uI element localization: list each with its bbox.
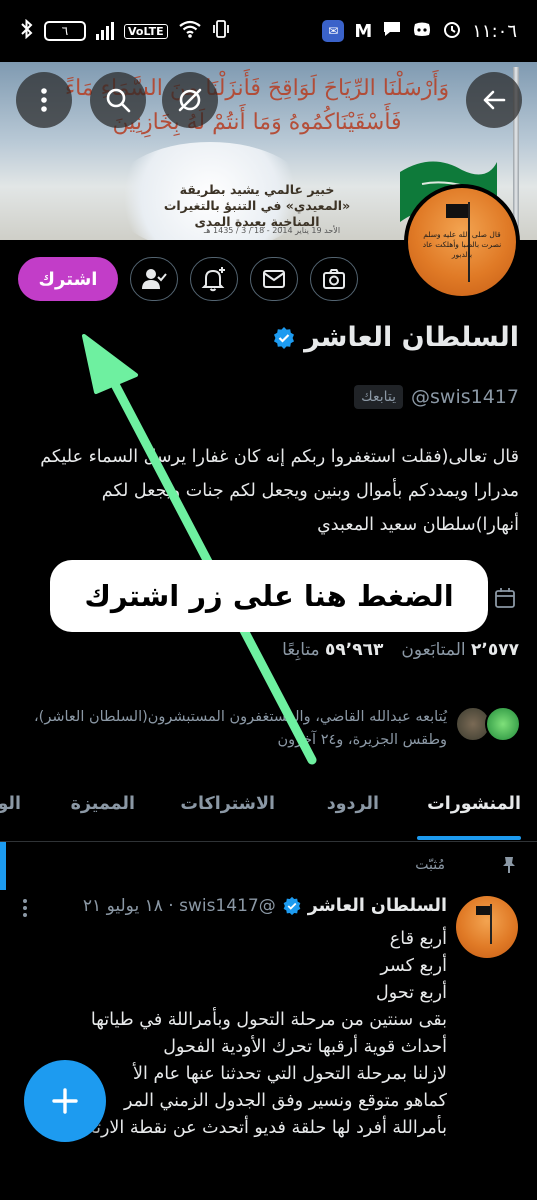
follower-avatar [485, 706, 521, 742]
tweet-avatar-pole-image [490, 904, 492, 944]
volte-badge: VoLTE [124, 23, 168, 39]
more-vertical-icon [41, 88, 47, 112]
profile-bio: قال تعالى(فقلت استغفروا ربكم إنه كان غفا… [40, 447, 519, 535]
banner-subtitle: خبير عالمي يشيد بطريقة «المعيدي» في التن… [163, 182, 351, 229]
profile-handle: @swis1417 [411, 386, 519, 408]
tweet-author-name[interactable]: السلطان العاشر [308, 896, 447, 916]
arrow-back-icon [483, 90, 506, 110]
profile-name-row: السلطان العاشر [272, 322, 519, 353]
pin-icon [503, 857, 515, 873]
search-icon [106, 88, 131, 113]
followed-by-avatars [455, 706, 521, 742]
banner-meta: الأحد 19 يناير 2014 - 18 / 3 / 1435 هـ [203, 226, 341, 235]
grok-icon [178, 88, 202, 112]
bell-plus-icon [201, 267, 225, 292]
follows-you-badge: يتابعك [354, 385, 404, 409]
tweet-header: السلطان العاشر @swis1417 · ١٨ يوليو ٢١ [83, 896, 447, 916]
pinned-row: مُثبّت [415, 856, 517, 874]
tweet-more-button[interactable] [22, 898, 28, 918]
grok-button[interactable] [162, 72, 218, 128]
active-tab-indicator [417, 836, 521, 840]
tab-highlights[interactable]: المميزة [71, 794, 135, 814]
tweet-avatar[interactable] [456, 896, 518, 958]
more-options-button[interactable] [16, 72, 72, 128]
tweet-avatar-flag-image [476, 906, 490, 915]
status-time: ١١:٠٦ [472, 20, 517, 42]
followers-label: متابِعًا [282, 640, 320, 660]
tweet-line: أربع قاع [389, 929, 447, 949]
avatar-flag-image [446, 204, 468, 218]
tab-media[interactable]: الو [0, 794, 21, 814]
status-bar: ٦ VoLTE ✉ M ١١:٠٦ [0, 0, 537, 62]
followers-count: ٥٩٬٩٦٣ [325, 640, 384, 660]
profile-avatar[interactable]: قال صلى الله عليه وسلم نصرت بالصبا وأهلك… [404, 184, 520, 300]
following-stat[interactable]: ٢٬٥٧٧ المتابَعون [401, 640, 519, 660]
chat-icon [382, 20, 402, 43]
follow-status-button[interactable] [130, 257, 178, 301]
annotation-callout: الضغط هنا على زر اشترك [50, 560, 488, 632]
profile-stats: ٢٬٥٧٧ المتابَعون ٥٩٬٩٦٣ متابِعًا [282, 640, 519, 660]
discord-icon [412, 21, 432, 42]
avatar-text: قال صلى الله عليه وسلم نصرت بالصبا وأهلك… [422, 230, 502, 259]
bluetooth-icon [20, 18, 34, 44]
calendar-icon [495, 588, 515, 608]
media-button[interactable] [310, 257, 358, 301]
back-button[interactable] [466, 72, 522, 128]
tab-replies[interactable]: الردود [327, 794, 379, 814]
left-accent-bar [0, 842, 6, 890]
profile-name: السلطان العاشر [304, 322, 519, 353]
envelope-icon [263, 270, 285, 288]
tab-posts[interactable]: المنشورات [427, 794, 521, 814]
app-notification-icon: ✉ [322, 20, 345, 42]
tweet-meta: @swis1417 · ١٨ يوليو ٢١ [82, 896, 276, 916]
gmail-icon: M [354, 20, 373, 42]
search-button[interactable] [90, 72, 146, 128]
following-label: المتابَعون [401, 640, 466, 660]
verified-badge-icon [274, 326, 295, 349]
vibrate-icon [212, 19, 230, 44]
tweet-line: أحداث قوية أرقبها تحرك الأودية الفحول [163, 1037, 447, 1057]
profile-actions: اشترك [18, 257, 358, 301]
subscribe-button[interactable]: اشترك [18, 257, 118, 301]
verified-badge-icon [283, 896, 301, 916]
tweet-line: بقى سنتين من مرحلة التحول وبأمراللة في ط… [90, 1010, 447, 1030]
tweet-line: أربع تحول [376, 983, 447, 1003]
followers-stat[interactable]: ٥٩٬٩٦٣ متابِعًا [282, 640, 383, 660]
handle-row: @swis1417 يتابعك [354, 385, 519, 409]
pinned-label: مُثبّت [415, 857, 445, 873]
status-bar-right: ✉ M ١١:٠٦ [322, 19, 517, 44]
plus-icon [52, 1088, 78, 1114]
compose-button[interactable] [24, 1060, 106, 1142]
more-vertical-icon [23, 899, 27, 917]
profile-tabs: المنشورات الردود الاشتراكات المميزة الو [0, 772, 537, 842]
tab-subscriptions[interactable]: الاشتراكات [180, 794, 275, 814]
followed-by-text: يُتابعه عبدالله القاضي، والمستغفرون المس… [34, 709, 447, 748]
notifications-button[interactable] [190, 257, 238, 301]
tweet-line: أربع كسر [380, 956, 447, 976]
wifi-icon [178, 20, 202, 43]
camera-icon [323, 269, 345, 289]
followed-by-row[interactable]: يُتابعه عبدالله القاضي، والمستغفرون المس… [0, 706, 521, 752]
following-count: ٢٬٥٧٧ [471, 640, 519, 660]
status-bar-left: ٦ VoLTE [20, 18, 230, 44]
signal-icon [96, 22, 114, 40]
alarm-icon [442, 19, 462, 44]
message-button[interactable] [250, 257, 298, 301]
battery-icon: ٦ [44, 21, 86, 41]
user-check-icon [142, 269, 167, 289]
